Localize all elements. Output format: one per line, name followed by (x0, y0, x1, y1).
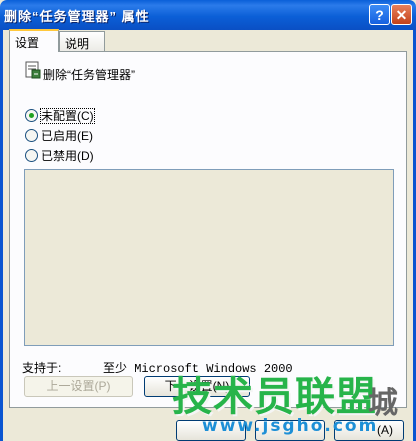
radio-not-configured[interactable]: 未配置(C) (25, 108, 95, 124)
help-button[interactable]: ? (369, 4, 390, 25)
radio-selected-icon (25, 109, 38, 123)
window-title: 删除“任务管理器” 属性 (4, 9, 150, 24)
radio-not-configured-label: 未配置(C) (40, 108, 95, 124)
tab-settings-label: 设置 (15, 36, 40, 50)
setting-detail-area (24, 169, 394, 346)
window-frame-left (0, 30, 3, 441)
watermark: 技术员联盟 城 www.jsgho.com (172, 364, 416, 441)
supported-on-label: 支持于: (22, 361, 62, 375)
tab-explain-label: 说明 (65, 37, 90, 51)
tab-settings[interactable]: 设置 (9, 29, 59, 52)
close-button[interactable]: ✕ (391, 4, 412, 25)
radio-disabled[interactable]: 已禁用(D) (25, 148, 94, 164)
tab-explain[interactable]: 说明 (59, 31, 105, 51)
policy-name: 删除“任务管理器” (43, 68, 135, 82)
policy-setting-icon (25, 61, 41, 79)
radio-disabled-label: 已禁用(D) (41, 149, 94, 163)
previous-setting-button[interactable]: 上一设置(P) (24, 376, 133, 397)
title-bar[interactable]: 删除“任务管理器” 属性 ? ✕ (0, 0, 416, 30)
radio-enabled[interactable]: 已启用(E) (25, 128, 93, 144)
settings-panel: 删除“任务管理器” 未配置(C) 已启用(E) 已禁用(D) 支持于: 至少 M… (9, 51, 407, 408)
radio-unselected-icon (25, 129, 38, 143)
watermark-text: 技术员联盟 (172, 374, 377, 420)
radio-unselected-icon (25, 149, 38, 163)
radio-enabled-label: 已启用(E) (41, 129, 94, 143)
watermark-url: www.jsgho.com (202, 416, 379, 436)
